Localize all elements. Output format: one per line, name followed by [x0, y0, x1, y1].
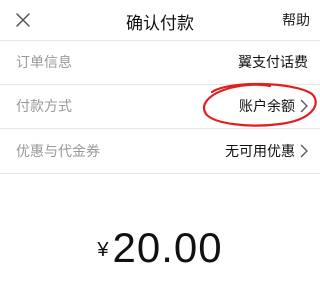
header-bar: 确认付款 帮助: [0, 0, 320, 40]
coupon-value: 无可用优惠: [225, 144, 295, 160]
coupon-label: 优惠与代金券: [16, 144, 100, 160]
payment-method-value: 账户余额: [239, 99, 295, 115]
order-info-row: 订单信息 翼支付话费: [0, 40, 320, 84]
order-info-label: 订单信息: [16, 55, 72, 71]
help-link[interactable]: 帮助: [282, 10, 310, 30]
divider: [0, 173, 320, 174]
chevron-right-icon: [300, 99, 308, 113]
amount-value: 20.00: [112, 224, 223, 271]
page-title: 确认付款: [126, 14, 194, 34]
payment-method-label: 付款方式: [16, 99, 72, 115]
payment-amount: ¥20.00: [0, 224, 320, 272]
coupon-row[interactable]: 优惠与代金券 无可用优惠: [0, 129, 320, 173]
currency-symbol: ¥: [97, 239, 109, 261]
chevron-right-icon: [300, 144, 308, 158]
payment-method-row[interactable]: 付款方式 账户余额: [0, 84, 320, 128]
order-info-value: 翼支付话费: [238, 55, 308, 71]
